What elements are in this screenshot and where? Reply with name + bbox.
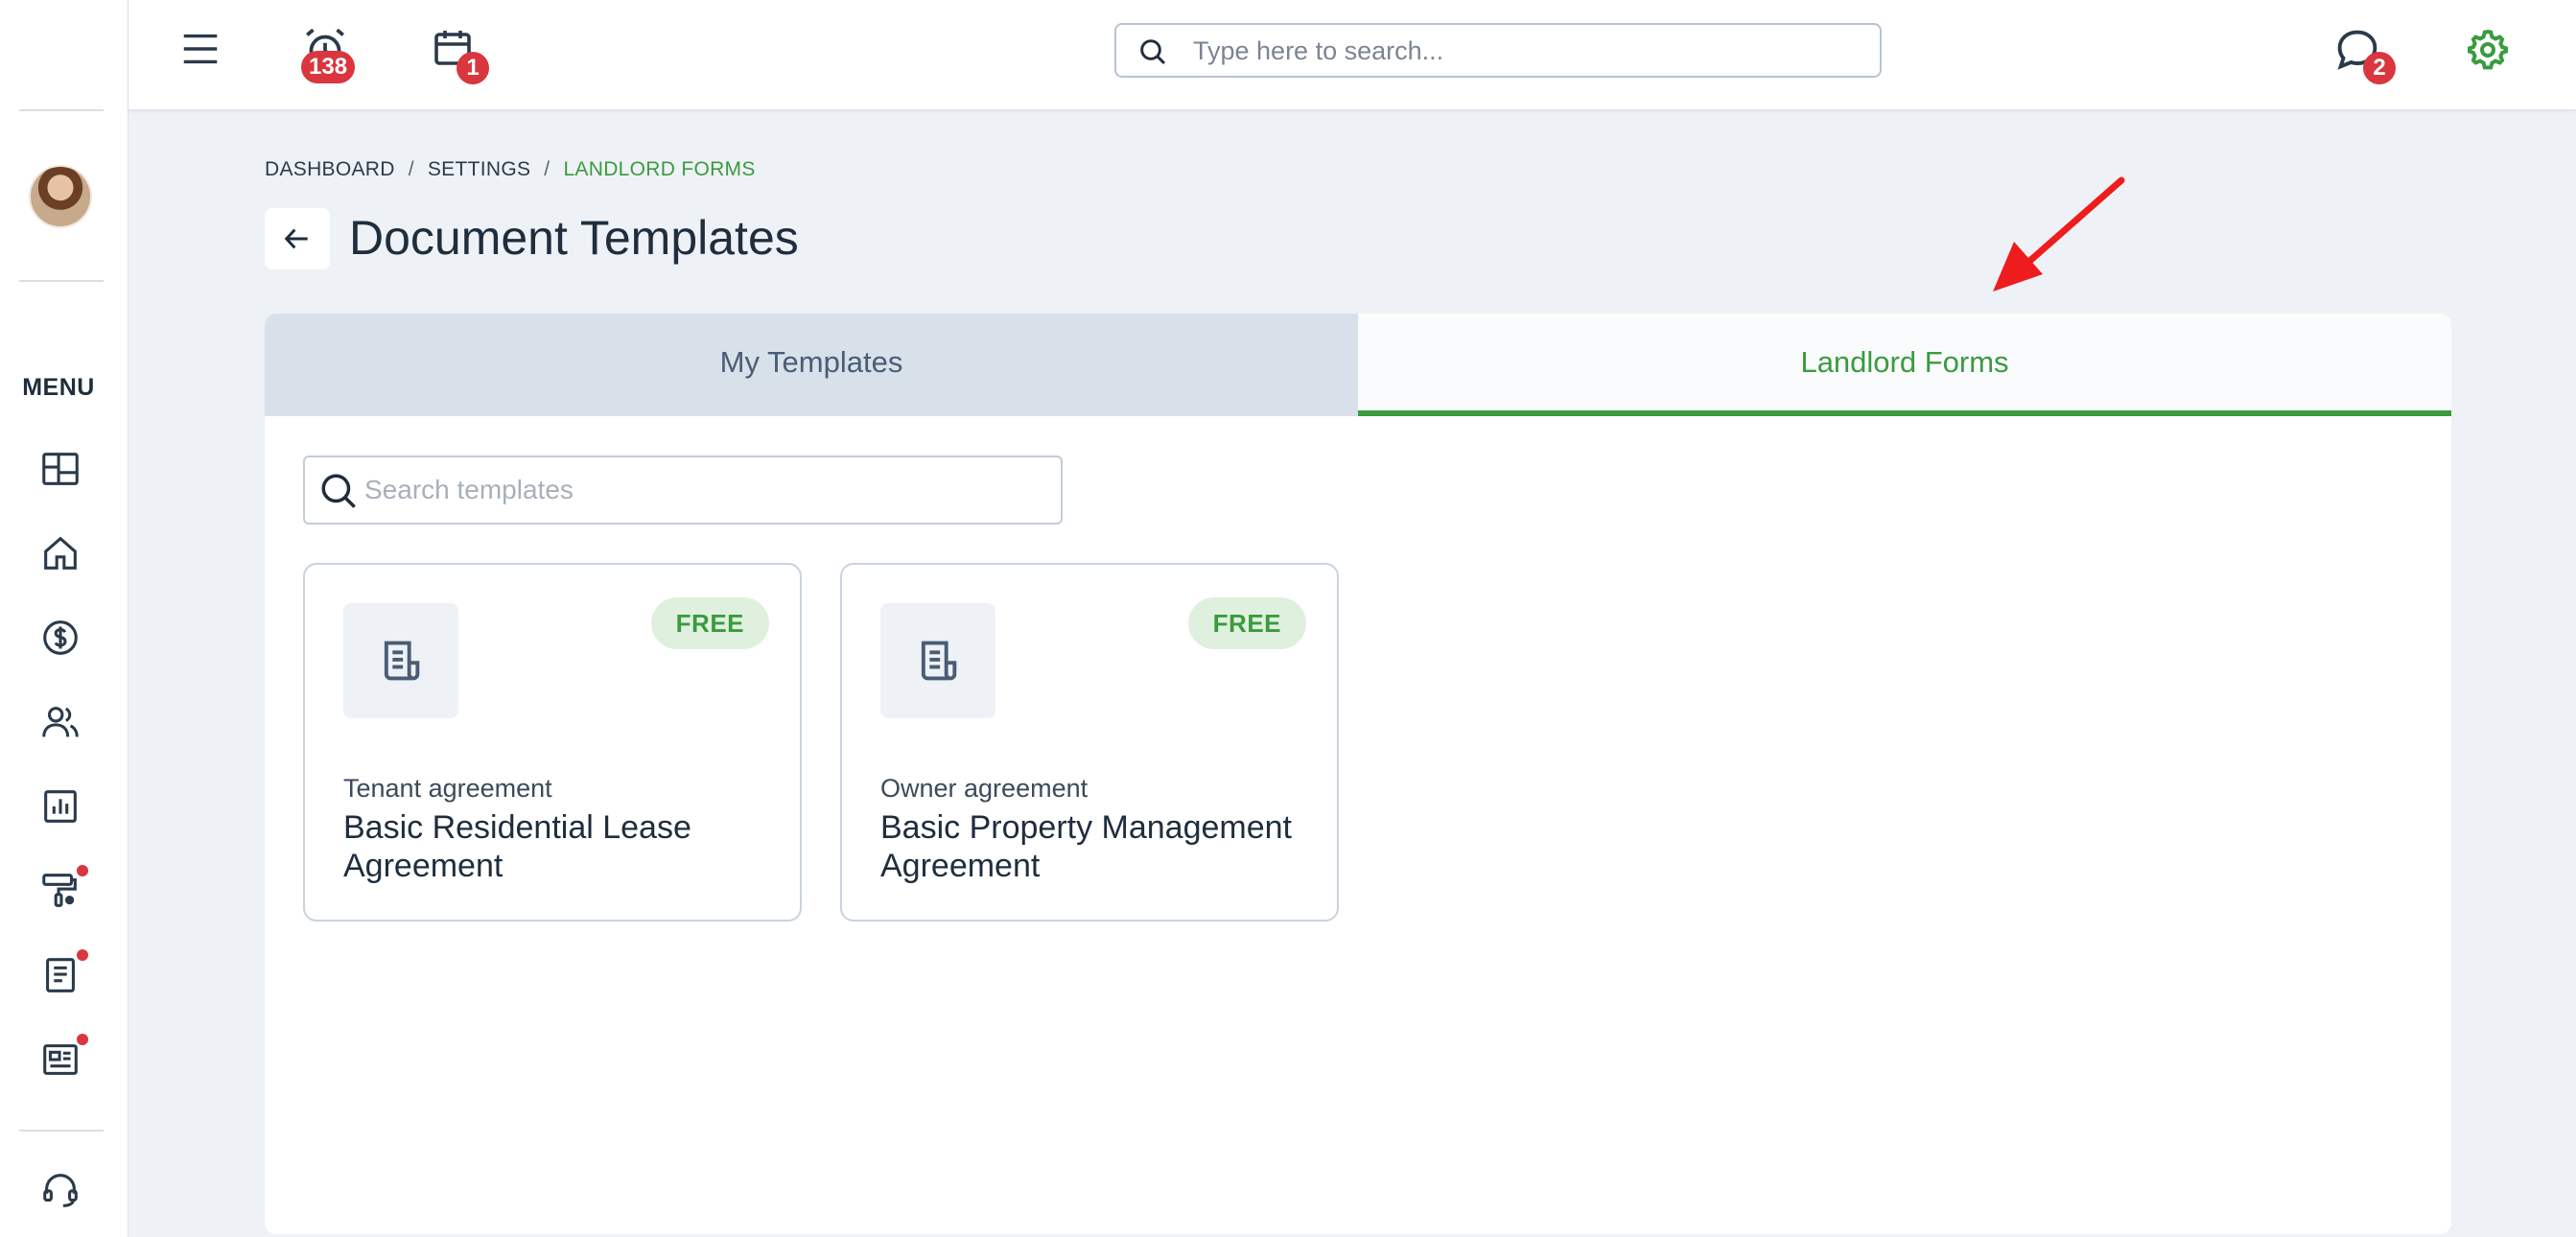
annotation-arrow-icon (1993, 176, 2125, 292)
tab-my-templates[interactable]: My Templates (265, 314, 1358, 416)
hamburger-icon (183, 34, 218, 64)
back-button[interactable] (265, 208, 330, 269)
template-title: Basic Residential Lease Agreement (343, 809, 691, 884)
reports-icon (44, 790, 77, 823)
template-thumbnail (343, 603, 458, 718)
templates-search-input[interactable] (364, 471, 1036, 509)
sidebar-item-home[interactable] (38, 531, 82, 575)
breadcrumb-settings[interactable]: SETTINGS (428, 158, 530, 180)
template-thumbnail (880, 603, 995, 718)
messages-badge: 2 (2363, 52, 2396, 84)
sidebar-item-reports[interactable] (38, 784, 82, 829)
search-icon (321, 474, 356, 508)
menu-toggle-button[interactable] (178, 27, 222, 71)
sidebar-divider (19, 109, 104, 111)
sidebar-item-documents[interactable] (38, 953, 82, 997)
templates-panel: My Templates Landlord Forms FREE Tenant … (265, 314, 2451, 1234)
settings-button[interactable] (2465, 27, 2511, 73)
page-title: Document Templates (349, 211, 799, 265)
users-icon (42, 707, 79, 737)
free-badge: FREE (1187, 597, 1306, 649)
notification-dot (77, 865, 88, 876)
template-card[interactable]: FREE Owner agreement Basic Property Mana… (840, 563, 1339, 922)
breadcrumb-landlord-forms: LANDLORD FORMS (563, 158, 756, 180)
dashboard-icon (42, 453, 79, 485)
breadcrumb-separator: / (408, 158, 414, 180)
template-category: Tenant agreement (343, 774, 552, 803)
breadcrumb-separator: / (544, 158, 550, 180)
sidebar-item-communications[interactable] (38, 1038, 82, 1082)
support-button[interactable] (38, 1168, 82, 1212)
template-category: Owner agreement (880, 774, 1089, 803)
sidebar-divider (19, 1130, 104, 1132)
paint-roller-icon (42, 874, 77, 907)
sidebar-item-dashboard[interactable] (38, 447, 82, 491)
notification-dot (77, 1034, 88, 1045)
avatar[interactable] (29, 165, 92, 228)
search-icon (1140, 39, 1166, 65)
global-search-input[interactable] (1193, 33, 1864, 69)
template-title: Basic Property Management Agreement (880, 809, 1292, 884)
sidebar-divider (19, 280, 104, 282)
sidebar-item-people[interactable] (38, 700, 82, 744)
sidebar-item-maintenance[interactable] (38, 869, 82, 913)
sidebar-item-accounting[interactable] (38, 616, 82, 660)
template-card[interactable]: FREE Tenant agreement Basic Residential … (303, 563, 802, 922)
document-scroll-icon (384, 641, 420, 681)
templates-search[interactable] (303, 455, 1063, 525)
document-icon (46, 958, 75, 992)
free-badge: FREE (650, 597, 769, 649)
gear-icon (2468, 29, 2508, 70)
newsletter-icon (43, 1044, 78, 1075)
notification-dot (77, 949, 88, 961)
breadcrumb: DASHBOARD / SETTINGS / LANDLORD FORMS (265, 158, 756, 181)
sidebar: MENU (0, 0, 129, 1237)
top-bar: 138 1 2 (129, 0, 2576, 110)
global-search[interactable] (1114, 23, 1882, 78)
home-icon (44, 536, 77, 570)
document-scroll-icon (921, 641, 957, 681)
tab-landlord-forms[interactable]: Landlord Forms (1358, 314, 2451, 416)
dollar-icon (43, 620, 78, 655)
arrow-left-icon (284, 228, 308, 249)
alarms-badge: 138 (301, 51, 356, 83)
headset-icon (43, 1174, 78, 1207)
breadcrumb-dashboard[interactable]: DASHBOARD (265, 158, 395, 180)
calendar-badge: 1 (457, 52, 489, 84)
menu-label: MENU (22, 374, 95, 401)
